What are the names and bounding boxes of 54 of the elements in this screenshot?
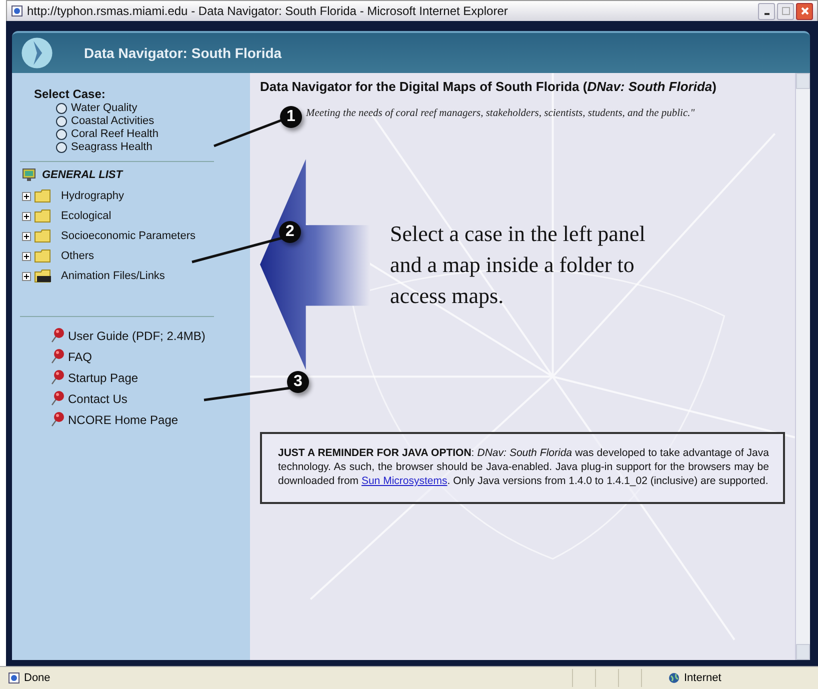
film-folder-icon: [34, 269, 52, 283]
folder-icon: [34, 229, 52, 243]
tagline: Meeting the needs of coral reef managers, stakeholders, scientists, students, and the public.": [306, 108, 696, 119]
callout-number: 1: [280, 106, 302, 128]
globe-icon: [668, 672, 680, 684]
case-radio[interactable]: Water Quality: [56, 102, 250, 114]
reminder-text: JUST A REMINDER FOR JAVA OPTION: DNav: South Florida was developed to take advantage of Java technology. As such, the browser should be Java-enabled. Java plug-in support for the browsers may be downloaded from Sun Microsystems. Only Java versions from 1.4.0 to 1.4.1_02 (inclusive) are supported.: [278, 446, 769, 488]
sidebar-link[interactable]: User Guide (PDF; 2.4MB): [68, 325, 206, 343]
status-text: Done: [24, 672, 52, 684]
case-radio[interactable]: Coastal Activities: [56, 115, 250, 127]
instruction-text: Select a case in the left panel and a map inside a folder to access maps.: [390, 220, 646, 310]
computer-icon: [22, 168, 36, 182]
pushpin-icon: [50, 390, 66, 406]
case-radio[interactable]: Coral Reef Health: [56, 128, 250, 140]
minimize-icon: [764, 13, 770, 15]
folder-item[interactable]: Socioeconomic Parameters: [12, 226, 250, 246]
zone-text: Internet: [684, 672, 722, 684]
expand-icon[interactable]: [22, 192, 31, 200]
sidebar-link[interactable]: FAQ: [68, 346, 92, 364]
pushpin-icon: [50, 327, 66, 343]
expand-icon[interactable]: [22, 272, 31, 280]
case-heading: Select Case:: [33, 87, 106, 101]
case-radio[interactable]: Seagrass Health: [56, 141, 250, 153]
pushpin-icon: [50, 348, 66, 364]
folder-icon: [34, 209, 52, 223]
logo-icon: [20, 36, 54, 70]
leader-line: [214, 118, 284, 148]
folder-icon: [34, 249, 52, 263]
pushpin-icon: [50, 369, 66, 385]
callout-number: 3: [287, 371, 309, 393]
expand-icon[interactable]: [22, 232, 31, 240]
list-heading: GENERAL LIST: [42, 169, 122, 181]
maximize-icon: [780, 6, 790, 16]
page-icon: [11, 5, 23, 17]
close-button[interactable]: [796, 2, 813, 20]
window-title: http://typhon.rsmas.miami.edu - Data Navigator: South Florida - Microsoft Internet Explorer: [27, 4, 509, 18]
folder-item[interactable]: Animation Files/Links: [12, 266, 250, 286]
sidebar-link[interactable]: Startup Page: [68, 367, 138, 385]
sidebar-link[interactable]: NCORE Home Page: [68, 409, 178, 427]
header-title: Data Navigator: South Florida: [83, 45, 282, 61]
expand-icon[interactable]: [22, 252, 31, 260]
folder-item[interactable]: Hydrography: [12, 186, 250, 206]
folder-item[interactable]: Others: [12, 246, 250, 266]
expand-icon[interactable]: [22, 212, 31, 220]
folder-icon: [34, 189, 52, 203]
folder-item[interactable]: Ecological: [12, 206, 250, 226]
scrollbar[interactable]: [795, 73, 810, 660]
minimize-button[interactable]: [758, 2, 775, 20]
sidebar-link[interactable]: Contact Us: [68, 388, 128, 406]
page-icon: [8, 672, 20, 684]
pushpin-icon: [50, 411, 66, 427]
page-heading: Data Navigator for the Digital Maps of South Florida (DNav: South Florida): [260, 79, 718, 94]
sun-microsystems-link[interactable]: Sun Microsystems: [361, 475, 448, 487]
close-icon: [800, 6, 810, 16]
